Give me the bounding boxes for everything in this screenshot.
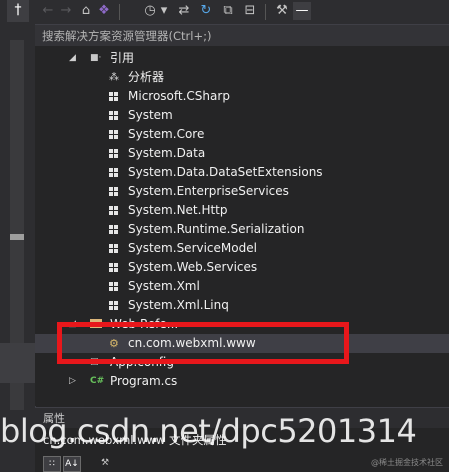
tree-node-label: System.Web.Services [128, 260, 258, 274]
toolbar-separator [119, 4, 120, 20]
assembly-icon [109, 92, 118, 101]
alphabetical-icon[interactable]: A↓ [63, 456, 81, 472]
tree-node-reference[interactable]: System [35, 106, 449, 125]
site-watermark: @稀土掘金技术社区 [371, 458, 443, 467]
tree-node-reference[interactable]: System.Data [35, 144, 449, 163]
tree-node-reference[interactable]: System.Web.Services [35, 258, 449, 277]
highlight-box [57, 322, 349, 364]
csharp-file-icon: C# [90, 376, 105, 386]
assembly-icon [109, 111, 118, 120]
assembly-icon [109, 301, 118, 310]
assembly-icon [109, 263, 118, 272]
assembly-icon [109, 187, 118, 196]
categorized-icon[interactable]: ∷ [43, 456, 61, 472]
show-all-files-icon[interactable]: ⊟ [241, 2, 259, 20]
search-input[interactable] [42, 27, 442, 45]
forward-icon[interactable]: → [57, 2, 75, 20]
wrench-icon[interactable]: ⚒ [273, 2, 291, 20]
tree-node-label: System.ServiceModel [128, 241, 257, 255]
tree-node-analyzers[interactable]: ⁂ 分析器 [35, 68, 449, 87]
home-icon[interactable]: ⌂ [77, 2, 95, 20]
expand-arrow-icon[interactable]: ▷ [69, 372, 76, 391]
tree-node-reference[interactable]: System.Data.DataSetExtensions [35, 163, 449, 182]
assembly-icon [109, 244, 118, 253]
tree-node-label: Program.cs [110, 374, 178, 388]
tree-node-label: System.Runtime.Serialization [128, 222, 305, 236]
collapse-arrow-icon[interactable]: ◢ [69, 49, 76, 68]
analyzer-icon: ⁂ [109, 72, 119, 83]
pin-icon[interactable]: † [7, 0, 29, 22]
tree-node-reference[interactable]: System.Runtime.Serialization [35, 220, 449, 239]
tree-node-reference[interactable]: System.Core [35, 125, 449, 144]
tree-node-reference[interactable]: Microsoft.CSharp [35, 87, 449, 106]
visual-studio-icon[interactable]: ❖ [95, 2, 113, 20]
back-icon[interactable]: ← [39, 2, 57, 20]
tree-node-label: System.Data [128, 146, 206, 160]
assembly-icon [109, 225, 118, 234]
tree-node-label: System [128, 108, 173, 122]
watermark-text: blog.csdn.net/dpc5201314 [0, 412, 417, 450]
tree-node-label: System.Core [128, 127, 205, 141]
tree-node-reference[interactable]: System.ServiceModel [35, 239, 449, 258]
side-scrollbar-thumb[interactable] [10, 234, 24, 240]
tree-node-label: System.Xml [128, 279, 200, 293]
toolbar-separator [265, 4, 266, 20]
tree-node-label: Microsoft.CSharp [128, 89, 230, 103]
left-side-panel: † [0, 0, 36, 472]
solution-explorer-toolbar: ← → ⌂ ❖ ◷ ▾ ⇄ ↻ ⧉ ⊟ ⚒ — [35, 0, 449, 24]
wrench-icon[interactable]: ⚒ [97, 456, 113, 470]
assembly-icon [109, 149, 118, 158]
search-box[interactable] [35, 24, 449, 48]
tree-node-reference[interactable]: System.Xml [35, 277, 449, 296]
sync-icon[interactable]: ⇄ [175, 2, 193, 20]
tree-node-reference[interactable]: System.Xml.Linq [35, 296, 449, 315]
assembly-icon [109, 206, 118, 215]
collapse-all-icon[interactable]: ⧉ [219, 2, 237, 20]
tree-node-label: 分析器 [128, 70, 165, 84]
tree-node-program[interactable]: ▷ C# Program.cs [35, 372, 449, 391]
tree-node-label: System.Net.Http [128, 203, 228, 217]
minus-icon[interactable]: — [293, 2, 311, 20]
assembly-icon [109, 282, 118, 291]
assembly-icon [109, 130, 118, 139]
tree-node-label: System.EnterpriseServices [128, 184, 289, 198]
references-icon: ■⋅ [90, 53, 102, 63]
tree-node-label: System.Xml.Linq [128, 298, 229, 312]
dropdown-icon[interactable]: ▾ [155, 2, 173, 20]
tree-node-label: 引用 [110, 51, 135, 65]
tree-node-label: System.Data.DataSetExtensions [128, 165, 323, 179]
assembly-icon [109, 168, 118, 177]
side-panel-block [0, 343, 35, 383]
refresh-icon[interactable]: ↻ [197, 2, 215, 20]
tree-node-references[interactable]: ◢ ■⋅ 引用 [35, 49, 449, 68]
tree-node-reference[interactable]: System.Net.Http [35, 201, 449, 220]
tree-node-reference[interactable]: System.EnterpriseServices [35, 182, 449, 201]
